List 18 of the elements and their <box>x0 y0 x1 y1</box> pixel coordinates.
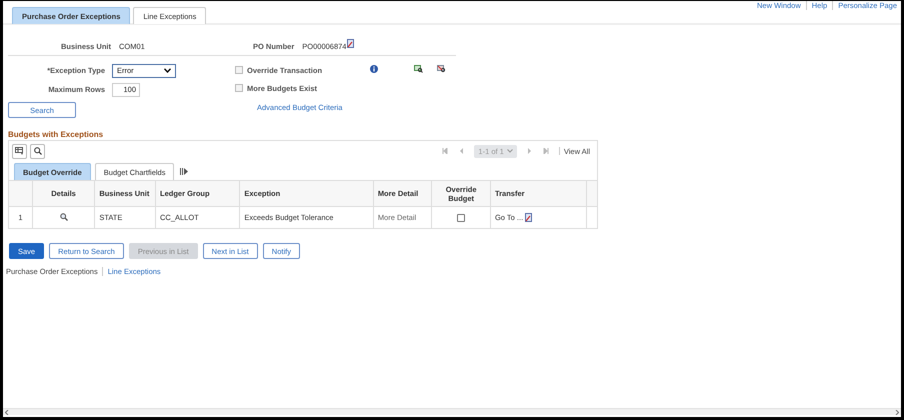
checkbox[interactable] <box>457 214 466 222</box>
grid-settings-icon <box>15 147 24 155</box>
chevron-down-icon <box>164 68 171 73</box>
horizontal-scrollbar[interactable] <box>3 408 901 415</box>
document-link-icon[interactable] <box>347 39 354 48</box>
personalize-grid-button[interactable] <box>12 144 27 158</box>
magnifier-icon[interactable] <box>60 212 68 220</box>
scroll-right-icon[interactable] <box>895 410 899 414</box>
search-icon <box>34 147 42 155</box>
table-search-icon[interactable] <box>414 65 423 73</box>
info-icon[interactable] <box>370 65 378 73</box>
section-title: Budgets with Exceptions <box>8 130 104 139</box>
show-all-columns-icon[interactable] <box>180 168 188 175</box>
scroll-left-icon[interactable] <box>5 410 9 414</box>
document-link-icon[interactable] <box>525 213 532 222</box>
table-clear-icon[interactable] <box>437 65 446 73</box>
chevron-down-icon <box>506 149 513 153</box>
find-button[interactable] <box>30 144 45 158</box>
